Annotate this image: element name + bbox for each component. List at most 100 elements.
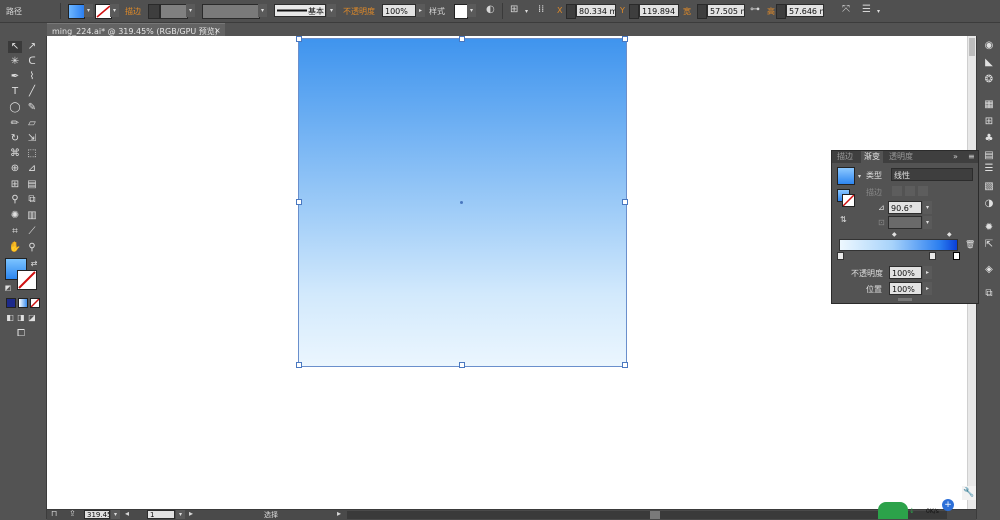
stroke-gradient-option-3[interactable] <box>918 186 928 196</box>
draw-normal-icon[interactable]: ◧ <box>5 312 15 324</box>
selection-handle[interactable] <box>622 36 628 42</box>
add-icon[interactable]: + <box>942 499 954 511</box>
shape-builder-tool-icon[interactable]: ⊕ <box>8 163 22 175</box>
perspective-grid-tool-icon[interactable]: ⊿ <box>25 163 39 175</box>
variable-width-profile[interactable] <box>202 4 260 19</box>
fill-swatch[interactable] <box>68 4 85 19</box>
first-artboard-icon[interactable]: ⊓ <box>51 510 57 518</box>
align-panel-icon[interactable]: ▤ <box>983 150 995 162</box>
paintbrush-tool-icon[interactable]: ✎ <box>25 102 39 114</box>
ellipse-tool-icon[interactable]: ◯ <box>8 102 22 114</box>
x-input[interactable]: 80.334 mm <box>576 4 616 17</box>
curvature-tool-icon[interactable]: ⌇ <box>25 71 39 83</box>
stop-opacity-input[interactable]: 100% <box>889 266 922 279</box>
mesh-tool-icon[interactable]: ⊞ <box>8 179 22 191</box>
tab-stroke[interactable]: 描边 <box>834 151 856 163</box>
zoom-dropdown[interactable]: ▾ <box>111 510 120 519</box>
zoom-input[interactable]: 319.45 <box>84 510 110 519</box>
stroke-gradient-option-2[interactable] <box>905 186 915 196</box>
draw-inside-icon[interactable]: ◪ <box>27 312 37 324</box>
selection-handle[interactable] <box>296 362 302 368</box>
delete-stop-icon[interactable]: 🗑 <box>965 240 975 249</box>
horizontal-scrollbar[interactable] <box>347 511 947 519</box>
rotate-tool-icon[interactable]: ↻ <box>8 133 22 145</box>
direct-selection-tool-icon[interactable]: ↗ <box>25 41 39 53</box>
panel-menu-icon[interactable]: ≡ <box>965 151 978 163</box>
stroke-color-box[interactable] <box>17 270 37 290</box>
symbol-sprayer-tool-icon[interactable]: ✺ <box>8 210 22 222</box>
selection-handle[interactable] <box>622 362 628 368</box>
previous-artboard-icon[interactable]: ◂ <box>125 510 129 518</box>
gradient-stop[interactable] <box>837 252 844 260</box>
width-stepper[interactable] <box>697 4 707 19</box>
align-icon[interactable]: ⊞ <box>510 5 518 15</box>
color-mode-icon[interactable] <box>6 298 16 308</box>
pencil-tool-icon[interactable]: ✏ <box>8 118 22 130</box>
warp-tool-icon[interactable]: ⌘ <box>8 148 22 160</box>
align-dropdown[interactable]: ▾ <box>522 5 531 16</box>
stroke-label[interactable]: 描边 <box>125 6 141 17</box>
gradient-tool-icon[interactable]: ▤ <box>25 179 39 191</box>
width-input[interactable]: 57.505 mm <box>707 4 745 17</box>
swatches-icon[interactable]: ▦ <box>983 99 995 111</box>
aspect-ratio-input[interactable] <box>888 216 922 229</box>
gradient-slider[interactable] <box>839 239 958 251</box>
eraser-tool-icon[interactable]: ▱ <box>25 118 39 130</box>
recolor-icon[interactable]: ◐ <box>486 5 495 15</box>
artboard-tool-icon[interactable]: ⌗ <box>8 226 22 238</box>
graphic-styles-icon[interactable]: ❂ <box>983 74 995 86</box>
tab-transparency[interactable]: 透明度 <box>886 151 916 163</box>
transparency-panel-icon[interactable]: ◑ <box>983 198 995 210</box>
gradient-panel-icon[interactable]: ▧ <box>983 181 995 193</box>
midpoint-diamond-icon[interactable]: ◆ <box>892 231 897 238</box>
stroke-weight-dropdown[interactable]: ▾ <box>186 4 195 17</box>
stroke-gradient-icon[interactable] <box>842 194 855 207</box>
reverse-gradient-icon[interactable]: ⇅ <box>840 215 847 224</box>
graphic-style-swatch[interactable] <box>454 4 468 19</box>
stop-location-input[interactable]: 100% <box>889 282 922 295</box>
appearance-icon[interactable]: ◉ <box>983 40 995 52</box>
symbols-icon[interactable]: ♣ <box>983 133 995 145</box>
stroke-panel-icon[interactable]: ☰ <box>983 163 995 175</box>
share-icon[interactable]: ⇪ <box>69 510 76 518</box>
stroke-weight-stepper[interactable] <box>148 4 160 19</box>
height-stepper[interactable] <box>776 4 786 19</box>
slice-tool-icon[interactable]: ⟋ <box>25 226 39 238</box>
lasso-tool-icon[interactable]: ᑕ <box>25 56 39 68</box>
grid-icon[interactable]: ⊞ <box>983 116 995 128</box>
gradient-preset-dropdown[interactable]: ▾ <box>855 170 864 183</box>
menu-icon[interactable]: ☰ <box>862 5 871 15</box>
stroke-dropdown[interactable]: ▾ <box>110 4 119 17</box>
document-tab[interactable]: ming_224.ai* @ 319.45% (RGB/GPU 预览) × <box>47 23 225 37</box>
selection-handle[interactable] <box>296 36 302 42</box>
stop-location-dropdown[interactable]: ▸ <box>923 282 932 295</box>
stroke-gradient-option-1[interactable] <box>892 186 902 196</box>
none-mode-icon[interactable] <box>30 298 40 308</box>
zoom-tool-icon[interactable]: ⚲ <box>25 242 39 254</box>
network-monitor-widget[interactable]: ↓ 0K/s + <box>878 499 956 519</box>
hand-tool-icon[interactable]: ✋ <box>8 242 22 254</box>
next-artboard-icon[interactable]: ▸ <box>189 510 193 518</box>
selection-handle[interactable] <box>459 362 465 368</box>
magic-wand-tool-icon[interactable]: ✳ <box>8 56 22 68</box>
blend-tool-icon[interactable]: ⧉ <box>25 194 39 206</box>
opacity-label[interactable]: 不透明度 <box>343 6 375 17</box>
column-graph-tool-icon[interactable]: ▥ <box>25 210 39 222</box>
link-proportions-icon[interactable]: ⊶ <box>750 5 760 15</box>
panel-resize-grip[interactable] <box>898 298 912 301</box>
layers-icon[interactable]: ◈ <box>983 264 995 276</box>
gradient-mode-icon[interactable] <box>18 298 28 308</box>
free-transform-tool-icon[interactable]: ⬚ <box>25 148 39 160</box>
transform-icon[interactable]: ⤧ <box>842 5 850 15</box>
brush-definition[interactable]: 基本 <box>274 4 326 17</box>
asset-export-icon[interactable]: ⇱ <box>983 239 995 251</box>
tab-gradient[interactable]: 渐变 <box>861 151 883 163</box>
selection-handle[interactable] <box>296 199 302 205</box>
wrench-icon[interactable]: 🔧 <box>962 486 976 500</box>
opacity-input[interactable]: 100% <box>382 4 416 17</box>
status-menu-icon[interactable]: ▸ <box>337 510 341 518</box>
brushes-icon[interactable]: ◣ <box>983 57 995 69</box>
gradient-type-select[interactable]: 线性 <box>891 168 973 181</box>
fill-dropdown[interactable]: ▾ <box>84 4 93 17</box>
screen-mode-icon[interactable]: ⧠ <box>14 328 28 340</box>
